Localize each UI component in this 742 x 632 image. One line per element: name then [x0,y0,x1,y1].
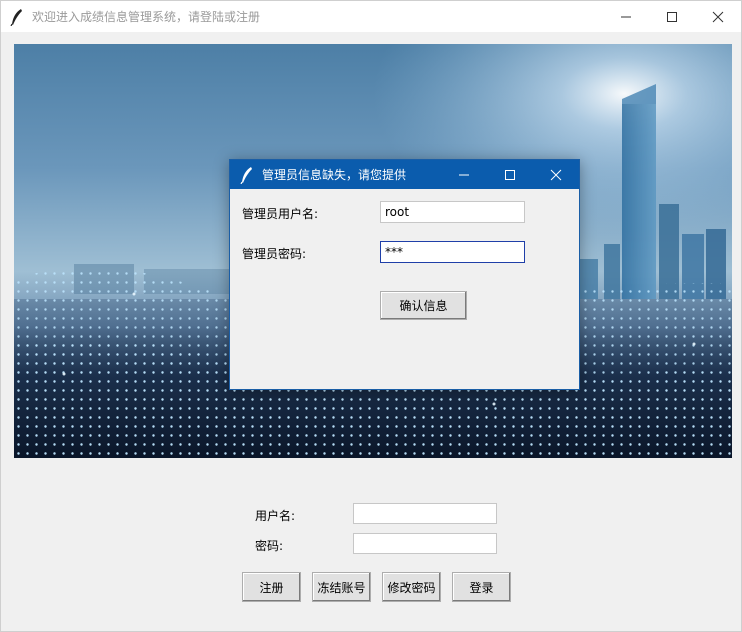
maximize-icon [505,169,515,180]
dialog-minimize-button[interactable] [441,160,487,189]
feather-icon [10,8,22,26]
main-titlebar[interactable]: 欢迎进入成绩信息管理系统，请登陆或注册 [1,1,741,32]
confirm-info-button[interactable]: 确认信息 [380,291,467,320]
close-button[interactable] [695,1,741,32]
admin-username-input[interactable] [380,201,525,223]
dialog-title: 管理员信息缺失，请您提供 [262,168,407,182]
register-button[interactable]: 注册 [242,572,301,602]
admin-username-label: 管理员用户名: [242,207,319,221]
minimize-icon [459,174,469,175]
dialog-titlebar[interactable]: 管理员信息缺失，请您提供 [230,160,579,189]
maximize-button[interactable] [649,1,695,32]
change-password-button[interactable]: 修改密码 [382,572,441,602]
username-input[interactable] [353,503,497,524]
minimize-button[interactable] [603,1,649,32]
minimize-icon [621,16,631,17]
freeze-account-button[interactable]: 冻结账号 [312,572,371,602]
admin-info-dialog: 管理员信息缺失，请您提供 管理员用户名: 管理员密码: 确认信息 [229,159,580,390]
password-label: 密码: [255,539,284,553]
password-input[interactable] [353,533,497,554]
login-button[interactable]: 登录 [452,572,511,602]
feather-icon [240,166,252,184]
dialog-maximize-button[interactable] [487,160,533,189]
main-window-title: 欢迎进入成绩信息管理系统，请登陆或注册 [32,10,261,24]
dialog-close-button[interactable] [533,160,579,189]
admin-password-label: 管理员密码: [242,247,307,261]
maximize-icon [667,11,677,22]
close-icon [550,169,562,180]
close-icon [712,11,724,22]
username-label: 用户名: [255,509,296,523]
dialog-window-controls [441,160,579,189]
main-window-controls [603,1,741,32]
admin-password-input[interactable] [380,241,525,263]
